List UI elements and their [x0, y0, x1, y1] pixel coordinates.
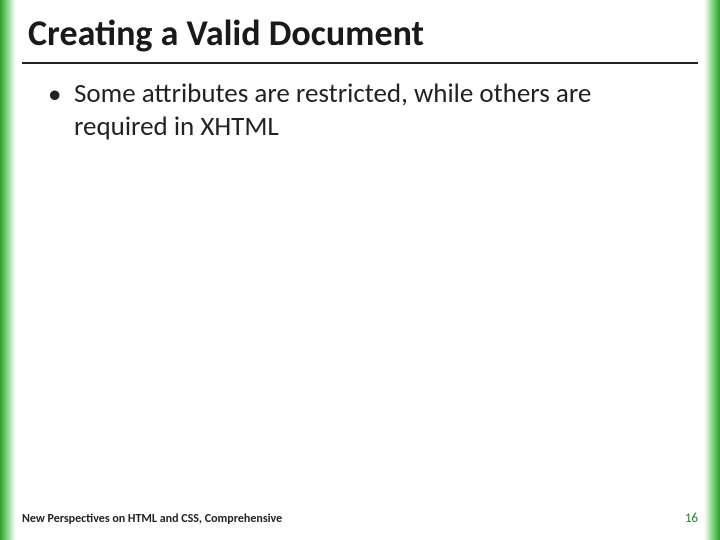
list-item: • Some attributes are restricted, while …: [48, 78, 672, 144]
bullet-icon: •: [48, 79, 61, 112]
footer-source: New Perspectives on HTML and CSS, Compre…: [22, 512, 282, 526]
bullet-list: • Some attributes are restricted, while …: [48, 78, 672, 144]
title-underline: [22, 62, 698, 64]
slide-title: Creating a Valid Document: [28, 14, 692, 54]
slide: Creating a Valid Document • Some attribu…: [0, 0, 720, 540]
page-number: 16: [685, 511, 698, 526]
right-border-gradient: [704, 0, 720, 540]
bullet-text: Some attributes are restricted, while ot…: [74, 77, 591, 143]
left-border-gradient: [0, 0, 16, 540]
